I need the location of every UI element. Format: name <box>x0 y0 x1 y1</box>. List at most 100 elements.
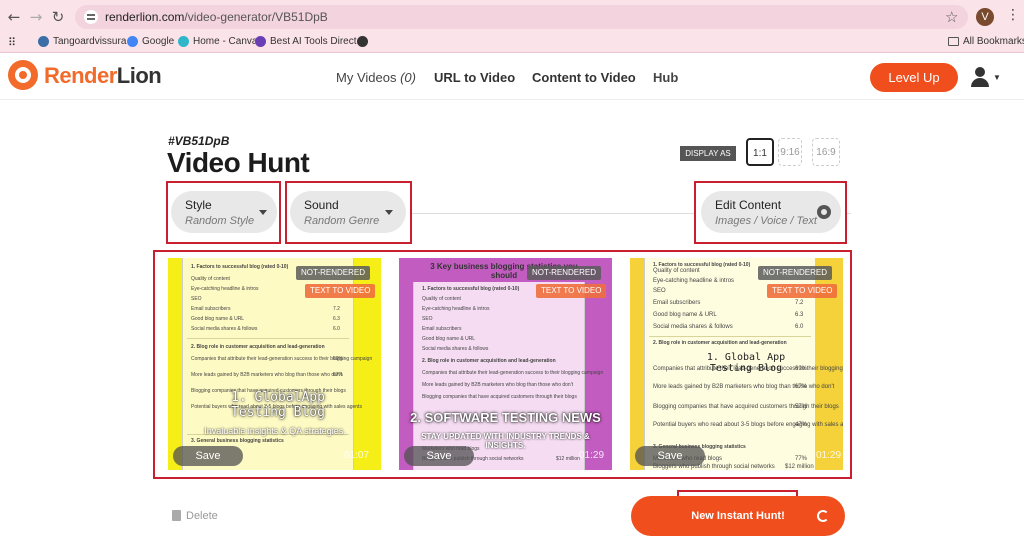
sheet-row: Email subscribers <box>653 300 701 306</box>
apps-grid-icon[interactable]: ⠿ <box>8 36 16 49</box>
page-title: Video Hunt <box>167 147 310 178</box>
sheet-value: 69% <box>333 356 344 362</box>
wordpress-icon <box>38 36 49 47</box>
ratio-9-16-button[interactable]: 9:16 <box>778 138 802 166</box>
renderlion-logo-icon[interactable] <box>8 60 38 90</box>
nav-url-to-video[interactable]: URL to Video <box>434 70 515 85</box>
sheet-row: 1. Factors to successful blog (rated 0-1… <box>191 264 289 270</box>
all-bookmarks[interactable]: All Bookmarks <box>948 36 1024 47</box>
sheet-divider <box>649 336 811 337</box>
hunt-id: #VB51DpB <box>168 134 230 148</box>
refresh-icon[interactable] <box>817 510 829 522</box>
sheet-row: Quality of content <box>653 268 700 274</box>
save-button[interactable]: Save <box>635 446 705 466</box>
bookmark-ai-tools[interactable]: Best AI Tools Direct... <box>255 36 365 47</box>
folder-icon <box>948 37 959 46</box>
sheet-row: More leads gained by B2B marketers who b… <box>191 372 343 378</box>
sheet-row: Good blog name & URL <box>422 336 476 342</box>
ratio-16-9-button[interactable]: 16:9 <box>812 138 840 166</box>
sheet-row: Good blog name & URL <box>653 312 717 318</box>
nav-content-to-video[interactable]: Content to Video <box>532 70 636 85</box>
site-info-icon[interactable] <box>84 10 98 24</box>
highlight-box <box>166 181 281 244</box>
sheet-row: Email subscribers <box>422 326 462 332</box>
sheet-row: 2. Blog role in customer acquisition and… <box>653 340 787 346</box>
sheet-row: Social media shares & follows <box>422 346 489 352</box>
video-card-2[interactable]: 3 Key business blogging statistics you s… <box>399 258 612 470</box>
card-subtitle: Invaluable insights & QA strategies. <box>204 426 346 436</box>
ratio-1-1-button[interactable]: 1:1 <box>746 138 774 166</box>
url-text[interactable]: renderlion.com/video-generator/VB51DpB <box>105 10 328 24</box>
all-bookmarks-label: All Bookmarks <box>963 36 1024 47</box>
delete-button[interactable]: Delete <box>186 510 218 522</box>
sheet-value: 6.0 <box>333 326 340 332</box>
duration: 01:29 <box>816 450 842 461</box>
reload-icon[interactable]: ↻ <box>47 6 69 28</box>
sheet-value: 6.3 <box>795 312 804 318</box>
status-badge: NOT-RENDERED <box>296 266 371 280</box>
sheet-value: 57% <box>795 404 808 410</box>
bookmark-label: Google <box>142 36 175 47</box>
canva-icon <box>178 36 189 47</box>
logo-prefix: Render <box>44 63 117 88</box>
nav-hub[interactable]: Hub <box>653 70 678 85</box>
sheet-value: 6.0 <box>795 324 804 330</box>
menu-kebab-icon[interactable]: ⋮ <box>1006 7 1020 23</box>
sheet-row: Companies that attribute their lead-gene… <box>191 356 373 362</box>
highlight-box <box>285 181 412 244</box>
bookmark-google[interactable]: Google <box>127 36 174 47</box>
bookmark-canva[interactable]: Home - Canva <box>178 36 257 47</box>
video-card-1[interactable]: 1. Factors to successful blog (rated 0-1… <box>168 258 381 470</box>
bookmarks-bar: ⠿ Tangoardvissura · Google Home - Canva … <box>0 33 1024 53</box>
highlight-box <box>694 181 847 244</box>
bookmark-tangoardvissura[interactable]: Tangoardvissura · <box>38 36 132 47</box>
profile-avatar[interactable]: V <box>976 8 994 26</box>
display-as-label: DISPLAY AS <box>680 146 736 161</box>
card-title: 2. SOFTWARE TESTING NEWS <box>410 410 601 425</box>
sheet-row: Eye-catching headline & intros <box>653 278 735 284</box>
sheet-row: Potential buyers who read about 3-5 blog… <box>653 422 843 428</box>
sheet-value: $12 million <box>785 464 814 470</box>
sheet-row: Quality of content <box>422 296 461 302</box>
bookmark-globe[interactable] <box>357 36 368 47</box>
sheet-row: SEO <box>653 288 666 294</box>
sheet-value: 67% <box>333 372 344 378</box>
user-icon[interactable] <box>970 67 990 87</box>
save-button[interactable]: Save <box>404 446 474 466</box>
bookmark-star-icon[interactable]: ☆ <box>945 8 958 26</box>
sheet-value: 6.3 <box>333 316 340 322</box>
sheet-row: Blogging companies that have acquired cu… <box>422 394 577 400</box>
forward-arrow-icon[interactable]: → <box>25 6 47 28</box>
card-title: 1. GlobalApp Testing Blog <box>231 390 325 420</box>
trash-icon[interactable] <box>172 510 181 521</box>
nav-my-videos[interactable]: My Videos (0) <box>336 70 416 85</box>
logo-text[interactable]: RenderLion <box>44 63 162 89</box>
sheet-row: 2. Blog role in customer acquisition and… <box>422 358 556 364</box>
sheet-row: SEO <box>422 316 433 322</box>
ai-tools-icon <box>255 36 266 47</box>
level-up-button[interactable]: Level Up <box>870 63 958 92</box>
sheet-row: Quality of content <box>191 276 230 282</box>
sheet-row: More leads gained by B2B marketers who b… <box>653 384 835 390</box>
sheet-row: 3. General business blogging statistics <box>191 438 284 444</box>
logo-suffix: Lion <box>116 63 162 88</box>
status-badge: NOT-RENDERED <box>527 266 602 280</box>
sheet-row: SEO <box>191 296 202 302</box>
sheet-row: Good blog name & URL <box>191 316 245 322</box>
sheet-row: Social media shares & follows <box>653 324 733 330</box>
bookmark-label: Home - Canva <box>193 36 258 47</box>
globe-icon <box>357 36 368 47</box>
nav-my-videos-label: My Videos <box>336 70 397 85</box>
chevron-down-icon[interactable]: ▼ <box>993 73 1001 82</box>
new-instant-hunt-button[interactable]: New Instant Hunt! <box>631 496 845 536</box>
divider <box>410 213 696 214</box>
save-button[interactable]: Save <box>173 446 243 466</box>
video-card-3[interactable]: 1. Factors to successful blog (rated 0-1… <box>630 258 843 470</box>
sheet-row: Email subscribers <box>191 306 231 312</box>
back-arrow-icon[interactable]: ← <box>3 6 25 28</box>
duration: 01:07 <box>344 450 370 461</box>
bookmark-label: Best AI Tools Direct... <box>270 36 365 47</box>
sheet-row: Social media shares & follows <box>191 326 258 332</box>
url-host: renderlion.com <box>105 10 185 24</box>
sheet-value: 7.2 <box>795 300 804 306</box>
